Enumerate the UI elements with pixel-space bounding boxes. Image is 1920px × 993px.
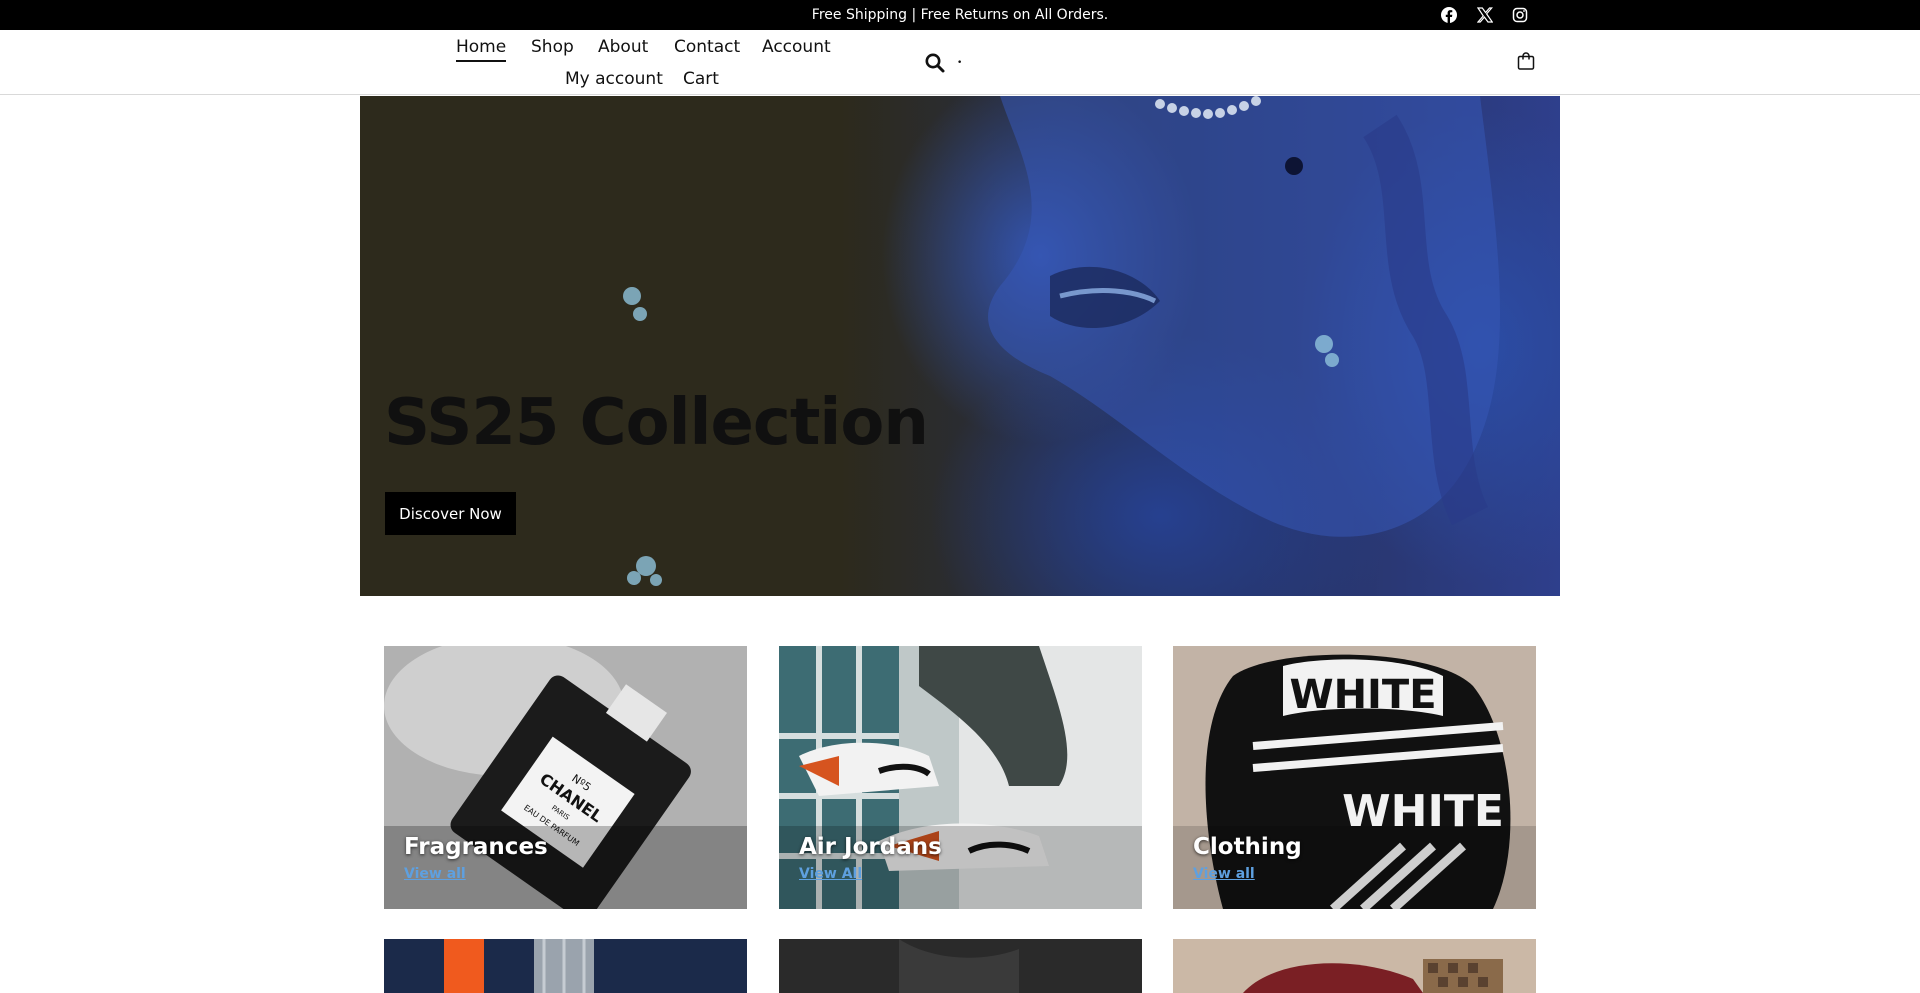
instagram-icon[interactable] xyxy=(1512,6,1528,24)
view-all-link[interactable]: View all xyxy=(1193,866,1255,882)
hero-banner: SS25 Collection Discover Now xyxy=(360,96,1560,596)
nav-contact[interactable]: Contact xyxy=(674,37,740,57)
nav-account[interactable]: Account xyxy=(762,37,831,57)
watches-image xyxy=(384,939,747,993)
nav-about[interactable]: About xyxy=(598,37,648,57)
category-card-fragrances[interactable]: Nº5 CHANEL PARIS EAU DE PARFUM Fragrance… xyxy=(384,646,747,909)
category-card-air-jordans[interactable]: Air Jordans View All xyxy=(779,646,1142,909)
category-title: Air Jordans xyxy=(799,834,942,860)
nav-shop[interactable]: Shop xyxy=(531,37,574,57)
facebook-icon[interactable] xyxy=(1441,6,1457,24)
x-icon[interactable] xyxy=(1477,6,1493,24)
category-card-watches[interactable] xyxy=(384,939,747,993)
hero-image xyxy=(623,96,1500,586)
category-title: Fragrances xyxy=(404,834,548,860)
nav-cart[interactable]: Cart xyxy=(683,69,719,89)
category-card-clothing[interactable]: WHITE WHITE Clothing View all xyxy=(1173,646,1536,909)
category-card-bags[interactable] xyxy=(1173,939,1536,993)
site-header: Home Shop About Contact Account My accou… xyxy=(0,30,1920,95)
search-badge: • xyxy=(957,58,963,68)
category-card-dark[interactable] xyxy=(779,939,1142,993)
hero-title: SS25 Collection xyxy=(384,386,929,460)
announcement-bar: Free Shipping | Free Returns on All Orde… xyxy=(0,0,1920,30)
svg-text:WHITE: WHITE xyxy=(1289,672,1436,718)
nav-home[interactable]: Home xyxy=(456,37,507,62)
nav-my-account[interactable]: My account xyxy=(565,69,663,89)
search-icon[interactable] xyxy=(924,52,948,74)
view-all-link[interactable]: View all xyxy=(404,866,466,882)
view-all-link[interactable]: View All xyxy=(799,866,862,882)
announcement-text: Free Shipping | Free Returns on All Orde… xyxy=(811,7,1109,23)
discover-now-button[interactable]: Discover Now xyxy=(385,492,516,535)
bags-image xyxy=(1173,939,1536,993)
dark-category-image xyxy=(779,939,1142,993)
category-title: Clothing xyxy=(1193,834,1302,860)
shopping-bag-icon[interactable] xyxy=(1516,51,1538,73)
